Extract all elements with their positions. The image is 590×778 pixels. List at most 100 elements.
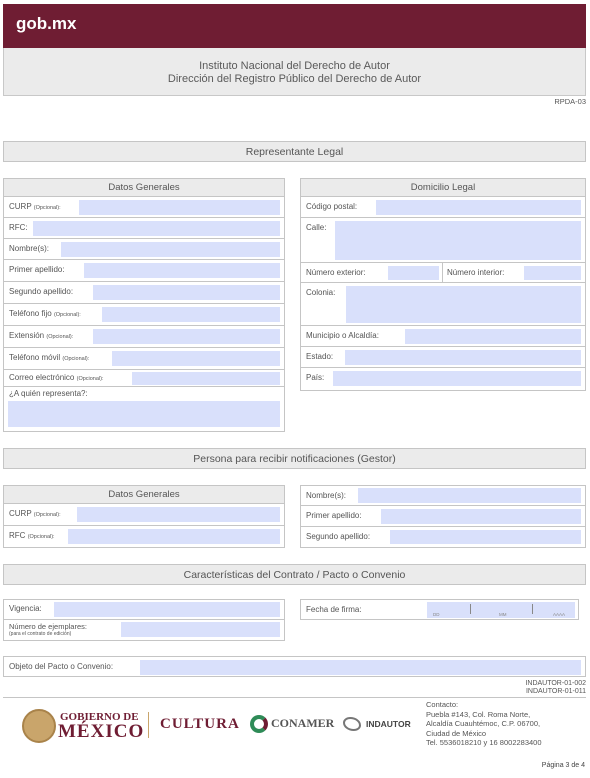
objeto-label: Objeto del Pacto o Convenio: [9,662,114,671]
gestor-nombre-field[interactable] [358,488,581,503]
contact-line: Tel. 5536018210 y 16 8002283400 [426,738,542,747]
codigo-postal-row: Código postal: [301,197,585,218]
rfc-field[interactable] [33,221,280,236]
institution-box [3,48,586,96]
numero-divider [442,263,443,282]
codigo-postal-field[interactable] [376,200,581,215]
gestor-primer-row: Primer apellido: [301,506,585,527]
escudo-nacional-icon [22,709,56,743]
section-gestor: Persona para recibir notificaciones (Ges… [3,448,586,469]
quien-representa-row: ¿A quién representa?: [4,387,284,431]
gestor-rfc-row: RFC (Opcional): [4,526,284,547]
gestor-curp-field[interactable] [77,507,280,522]
curp-label: CURP (Opcional): [9,202,61,211]
primer-apellido-field[interactable] [84,263,280,278]
nombre-row: Nombre(s): [4,239,284,260]
indautor-icon [343,717,361,731]
vigencia-label: Vigencia: [9,604,42,613]
correo-field[interactable] [132,372,280,385]
quien-representa-label: ¿A quién representa?: [9,389,88,398]
pais-row: País: [301,368,585,389]
colonia-label: Colonia: [306,288,336,297]
gestor-nombre-box: Nombre(s): Primer apellido: Segundo apel… [300,485,586,548]
numero-exterior-field[interactable] [388,266,439,280]
ejemplares-row: Número de ejemplares: (para el contrato … [4,620,284,640]
curp-field[interactable] [79,200,280,215]
cultura-logo: CULTURA [160,716,240,732]
fecha-firma-label: Fecha de firma: [306,605,362,614]
form-code: RPDA-03 [554,97,586,106]
footer-code-1: INDAUTOR-01-002 [525,680,586,687]
fecha-firma-box: Fecha de firma: DD MM AAAA [300,599,579,620]
numero-interior-label: Número interior: [447,268,505,277]
datos-generales-box: CURP (Opcional): RFC: Nombre(s): Primer … [3,197,285,432]
footer-code-2: INDAUTOR-01-011 [525,688,586,695]
vigencia-row: Vigencia: [4,600,284,620]
section-representante-legal: Representante Legal [3,141,586,162]
contact-block: Contacto: Puebla #143, Col. Roma Norte, … [426,700,542,748]
segundo-apellido-field[interactable] [93,285,280,300]
contrato-left-box: Vigencia: Número de ejemplares: (para el… [3,599,285,641]
pais-field[interactable] [333,371,581,386]
extension-row: Extensión (Opcional): [4,326,284,348]
correo-label: Correo electrónico (Opcional): [9,373,104,382]
gestor-datos-header: Datos Generales [3,485,285,504]
extension-field[interactable] [93,329,280,344]
gestor-curp-row: CURP (Opcional): [4,504,284,526]
section-contrato: Características del Contrato / Pacto o C… [3,564,586,585]
institution-name: Instituto Nacional del Derecho de Autor [199,60,390,72]
gob-logo[interactable]: gob.mx [16,14,76,34]
gestor-primer-label: Primer apellido: [306,511,362,520]
fecha-aaaa-hint: AAAA [553,612,566,617]
page-number: Página 3 de 4 [541,762,585,769]
numero-row: Número exterior: Número interior: [301,263,585,283]
primer-apellido-row: Primer apellido: [4,260,284,282]
gestor-rfc-label: RFC (Opcional): [9,531,55,540]
nombre-label: Nombre(s): [9,244,50,253]
segundo-apellido-row: Segundo apellido: [4,282,284,304]
calle-label: Calle: [306,223,327,232]
municipio-field[interactable] [405,329,581,344]
estado-row: Estado: [301,347,585,368]
domicilio-legal-header: Domicilio Legal [300,178,586,197]
conamer-icon [250,715,268,733]
objeto-field[interactable] [140,660,581,675]
gestor-curp-label: CURP (Opcional): [9,509,61,518]
fecha-separator-2 [532,604,533,614]
telefono-fijo-row: Teléfono fijo (Opcional): [4,304,284,326]
contact-line: Ciudad de México [426,728,487,738]
gestor-segundo-label: Segundo apellido: [306,532,371,541]
fecha-mm-hint: MM [499,612,507,617]
estado-label: Estado: [306,352,334,361]
colonia-row: Colonia: [301,283,585,326]
estado-field[interactable] [345,350,581,365]
direction-name: Dirección del Registro Público del Derec… [167,73,422,85]
gestor-primer-field[interactable] [381,509,581,524]
contact-line: Contacto: [426,700,459,709]
calle-row: Calle: [301,218,585,263]
telefono-movil-label: Teléfono móvil (Opcional): [9,353,90,362]
gestor-rfc-field[interactable] [68,529,280,544]
quien-representa-field[interactable] [8,401,280,427]
gestor-nombre-row: Nombre(s): [301,486,585,506]
calle-field[interactable] [335,221,581,260]
colonia-field[interactable] [346,286,581,323]
ejemplares-field[interactable] [121,622,280,637]
pais-label: País: [306,373,325,382]
municipio-label: Municipio o Alcaldía: [306,331,379,340]
ejemplares-note: (para el contrato de edición) [9,631,72,637]
telefono-fijo-field[interactable] [102,307,280,322]
rfc-label: RFC: [9,223,28,232]
fecha-separator-1 [470,604,471,614]
telefono-movil-field[interactable] [112,351,280,366]
segundo-apellido-label: Segundo apellido: [9,287,74,296]
extension-label: Extensión (Opcional): [9,331,74,340]
gob-header-bar [3,4,586,48]
vigencia-field[interactable] [54,602,280,617]
nombre-field[interactable] [61,242,280,257]
codigo-postal-label: Código postal: [306,202,358,211]
numero-interior-field[interactable] [524,266,581,280]
gestor-segundo-field[interactable] [390,530,581,544]
objeto-row: Objeto del Pacto o Convenio: [3,656,586,677]
numero-exterior-label: Número exterior: [306,268,366,277]
